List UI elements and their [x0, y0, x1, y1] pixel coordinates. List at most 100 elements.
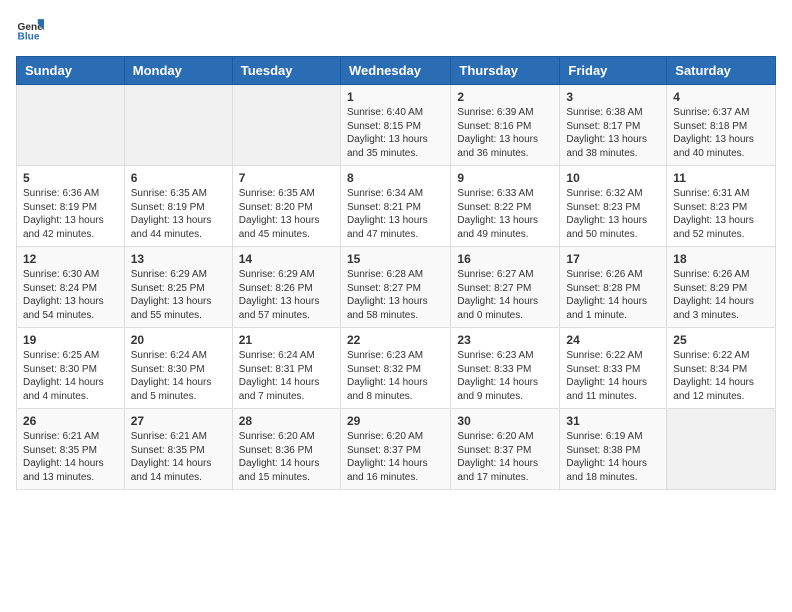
day-number: 24	[566, 333, 660, 347]
calendar-cell	[124, 85, 232, 166]
calendar-cell: 8 Sunrise: 6:34 AM Sunset: 8:21 PM Daylig…	[340, 166, 450, 247]
day-info: Sunrise: 6:26 AM Sunset: 8:28 PM Dayligh…	[566, 268, 660, 322]
calendar-cell: 22Sunrise: 6:23 AM Sunset: 8:32 PM Dayli…	[340, 328, 450, 409]
day-number: 18	[673, 252, 769, 266]
day-number: 1	[347, 90, 444, 104]
day-info: Sunrise: 6:25 AM Sunset: 8:30 PM Dayligh…	[23, 349, 118, 403]
day-info: Sunrise: 6:34 AM Sunset: 8:21 PM Dayligh…	[347, 187, 444, 241]
day-number: 29	[347, 414, 444, 428]
calendar-cell: 19 Sunrise: 6:25 AM Sunset: 8:30 PM Dayli…	[17, 328, 125, 409]
weekday-header-saturday: Saturday	[667, 57, 776, 85]
day-number: 2	[457, 90, 553, 104]
calendar-cell: 27 Sunrise: 6:21 AM Sunset: 8:35 PM Dayli…	[124, 409, 232, 490]
day-number: 5	[23, 171, 118, 185]
day-number: 31	[566, 414, 660, 428]
day-number: 4	[673, 90, 769, 104]
day-info: Sunrise: 6:39 AM Sunset: 8:16 PM Dayligh…	[457, 106, 553, 160]
day-info: Sunrise: 6:22 AM Sunset: 8:33 PM Dayligh…	[566, 349, 660, 403]
day-number: 21	[239, 333, 334, 347]
calendar-cell: 10 Sunrise: 6:32 AM Sunset: 8:23 PM Dayli…	[560, 166, 667, 247]
day-info: Sunrise: 6:40 AM Sunset: 8:15 PM Dayligh…	[347, 106, 444, 160]
calendar-cell: 9 Sunrise: 6:33 AM Sunset: 8:22 PM Daylig…	[451, 166, 560, 247]
day-number: 20	[131, 333, 226, 347]
calendar-cell: 17 Sunrise: 6:26 AM Sunset: 8:28 PM Dayli…	[560, 247, 667, 328]
weekday-header-thursday: Thursday	[451, 57, 560, 85]
day-info: Sunrise: 6:38 AM Sunset: 8:17 PM Dayligh…	[566, 106, 660, 160]
calendar-cell: 7 Sunrise: 6:35 AM Sunset: 8:20 PM Daylig…	[232, 166, 340, 247]
calendar-cell: 5 Sunrise: 6:36 AM Sunset: 8:19 PM Daylig…	[17, 166, 125, 247]
day-number: 8	[347, 171, 444, 185]
calendar-cell	[667, 409, 776, 490]
calendar-cell: 13Sunrise: 6:29 AM Sunset: 8:25 PM Dayli…	[124, 247, 232, 328]
calendar-cell: 18 Sunrise: 6:26 AM Sunset: 8:29 PM Dayli…	[667, 247, 776, 328]
day-info: Sunrise: 6:28 AM Sunset: 8:27 PM Dayligh…	[347, 268, 444, 322]
calendar-cell: 6 Sunrise: 6:35 AM Sunset: 8:19 PM Daylig…	[124, 166, 232, 247]
calendar-cell: 28 Sunrise: 6:20 AM Sunset: 8:36 PM Dayli…	[232, 409, 340, 490]
calendar-cell: 1 Sunrise: 6:40 AM Sunset: 8:15 PM Daylig…	[340, 85, 450, 166]
logo-icon: General Blue	[16, 16, 44, 44]
day-number: 6	[131, 171, 226, 185]
logo: General Blue	[16, 16, 48, 44]
calendar-week-2: 5 Sunrise: 6:36 AM Sunset: 8:19 PM Daylig…	[17, 166, 776, 247]
day-number: 16	[457, 252, 553, 266]
day-number: 3	[566, 90, 660, 104]
day-info: Sunrise: 6:33 AM Sunset: 8:22 PM Dayligh…	[457, 187, 553, 241]
calendar-cell: 21 Sunrise: 6:24 AM Sunset: 8:31 PM Dayli…	[232, 328, 340, 409]
day-info: Sunrise: 6:23 AM Sunset: 8:32 PM Dayligh…	[347, 349, 444, 403]
page-header: General Blue	[16, 16, 776, 44]
weekday-header-friday: Friday	[560, 57, 667, 85]
calendar-cell: 15Sunrise: 6:28 AM Sunset: 8:27 PM Dayli…	[340, 247, 450, 328]
calendar-cell: 11 Sunrise: 6:31 AM Sunset: 8:23 PM Dayli…	[667, 166, 776, 247]
day-info: Sunrise: 6:23 AM Sunset: 8:33 PM Dayligh…	[457, 349, 553, 403]
day-info: Sunrise: 6:35 AM Sunset: 8:19 PM Dayligh…	[131, 187, 226, 241]
day-number: 27	[131, 414, 226, 428]
calendar-cell: 30 Sunrise: 6:20 AM Sunset: 8:37 PM Dayli…	[451, 409, 560, 490]
calendar-cell: 3 Sunrise: 6:38 AM Sunset: 8:17 PM Daylig…	[560, 85, 667, 166]
day-number: 19	[23, 333, 118, 347]
day-number: 13	[131, 252, 226, 266]
day-info: Sunrise: 6:29 AM Sunset: 8:26 PM Dayligh…	[239, 268, 334, 322]
day-info: Sunrise: 6:36 AM Sunset: 8:19 PM Dayligh…	[23, 187, 118, 241]
calendar-cell: 25Sunrise: 6:22 AM Sunset: 8:34 PM Dayli…	[667, 328, 776, 409]
calendar-cell	[17, 85, 125, 166]
calendar-week-3: 12Sunrise: 6:30 AM Sunset: 8:24 PM Dayli…	[17, 247, 776, 328]
day-info: Sunrise: 6:21 AM Sunset: 8:35 PM Dayligh…	[131, 430, 226, 484]
calendar-cell: 16Sunrise: 6:27 AM Sunset: 8:27 PM Dayli…	[451, 247, 560, 328]
calendar-cell: 31 Sunrise: 6:19 AM Sunset: 8:38 PM Dayli…	[560, 409, 667, 490]
day-number: 11	[673, 171, 769, 185]
day-info: Sunrise: 6:35 AM Sunset: 8:20 PM Dayligh…	[239, 187, 334, 241]
day-number: 14	[239, 252, 334, 266]
day-info: Sunrise: 6:19 AM Sunset: 8:38 PM Dayligh…	[566, 430, 660, 484]
calendar-cell: 12Sunrise: 6:30 AM Sunset: 8:24 PM Dayli…	[17, 247, 125, 328]
day-info: Sunrise: 6:20 AM Sunset: 8:36 PM Dayligh…	[239, 430, 334, 484]
day-number: 17	[566, 252, 660, 266]
day-number: 26	[23, 414, 118, 428]
day-number: 28	[239, 414, 334, 428]
calendar-cell: 2 Sunrise: 6:39 AM Sunset: 8:16 PM Daylig…	[451, 85, 560, 166]
day-info: Sunrise: 6:30 AM Sunset: 8:24 PM Dayligh…	[23, 268, 118, 322]
calendar-cell: 24 Sunrise: 6:22 AM Sunset: 8:33 PM Dayli…	[560, 328, 667, 409]
calendar-cell: 14 Sunrise: 6:29 AM Sunset: 8:26 PM Dayli…	[232, 247, 340, 328]
calendar-header-row: SundayMondayTuesdayWednesdayThursdayFrid…	[17, 57, 776, 85]
calendar-cell: 23 Sunrise: 6:23 AM Sunset: 8:33 PM Dayli…	[451, 328, 560, 409]
weekday-header-monday: Monday	[124, 57, 232, 85]
calendar-cell	[232, 85, 340, 166]
day-number: 7	[239, 171, 334, 185]
weekday-header-sunday: Sunday	[17, 57, 125, 85]
calendar-table: SundayMondayTuesdayWednesdayThursdayFrid…	[16, 56, 776, 490]
day-info: Sunrise: 6:20 AM Sunset: 8:37 PM Dayligh…	[457, 430, 553, 484]
day-number: 23	[457, 333, 553, 347]
day-info: Sunrise: 6:26 AM Sunset: 8:29 PM Dayligh…	[673, 268, 769, 322]
calendar-week-1: 1 Sunrise: 6:40 AM Sunset: 8:15 PM Daylig…	[17, 85, 776, 166]
day-info: Sunrise: 6:24 AM Sunset: 8:31 PM Dayligh…	[239, 349, 334, 403]
day-info: Sunrise: 6:32 AM Sunset: 8:23 PM Dayligh…	[566, 187, 660, 241]
weekday-header-wednesday: Wednesday	[340, 57, 450, 85]
day-info: Sunrise: 6:31 AM Sunset: 8:23 PM Dayligh…	[673, 187, 769, 241]
day-number: 30	[457, 414, 553, 428]
calendar-cell: 4Sunrise: 6:37 AM Sunset: 8:18 PM Daylig…	[667, 85, 776, 166]
calendar-cell: 26Sunrise: 6:21 AM Sunset: 8:35 PM Dayli…	[17, 409, 125, 490]
day-number: 10	[566, 171, 660, 185]
day-number: 9	[457, 171, 553, 185]
day-info: Sunrise: 6:24 AM Sunset: 8:30 PM Dayligh…	[131, 349, 226, 403]
calendar-week-4: 19 Sunrise: 6:25 AM Sunset: 8:30 PM Dayli…	[17, 328, 776, 409]
